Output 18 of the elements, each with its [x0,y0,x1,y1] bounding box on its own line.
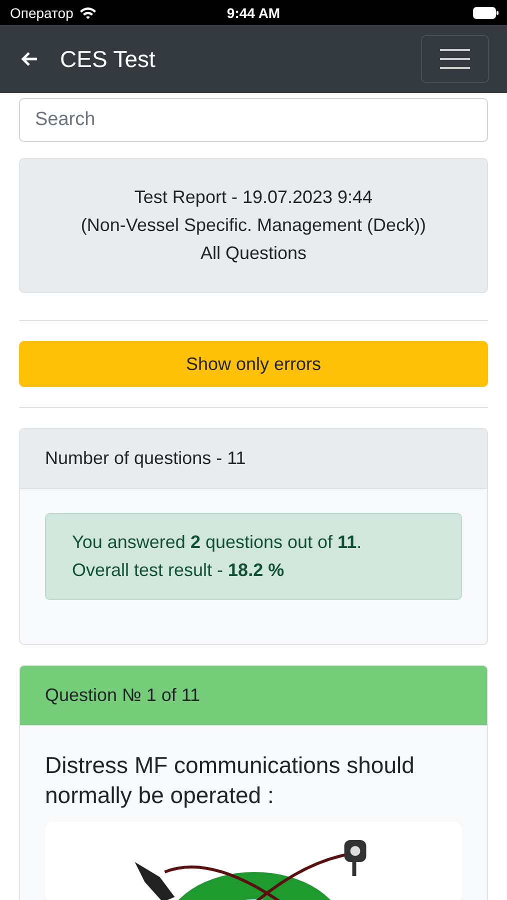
status-time: 9:44 AM [226,4,280,20]
show-errors-button[interactable]: Show only errors [19,341,488,387]
card-header: Number of questions - 11 [20,429,487,489]
report-line: Test Report - 19.07.2023 9:44 [134,187,373,208]
question-header: Question № 1 of 11 [20,666,487,726]
result-line: You answered 2 questions out of 11. [72,532,363,553]
menu-button[interactable] [421,35,489,83]
question-text: Distress MF communications should normally be operated : [44,751,416,810]
report-line: (Non-Vessel Specific. Management (Deck)) [80,215,426,236]
carrier-name: Оператор [10,4,74,20]
search-field[interactable]: Search [19,98,488,142]
app-title: CES Test [60,46,156,72]
report-line: All Questions [200,243,307,264]
menu-icon [440,48,470,70]
back-arrow-icon[interactable] [20,51,38,67]
wifi-icon [79,6,98,19]
battery-icon [473,6,500,18]
result-line: Overall test result - 18.2 % [72,560,286,581]
